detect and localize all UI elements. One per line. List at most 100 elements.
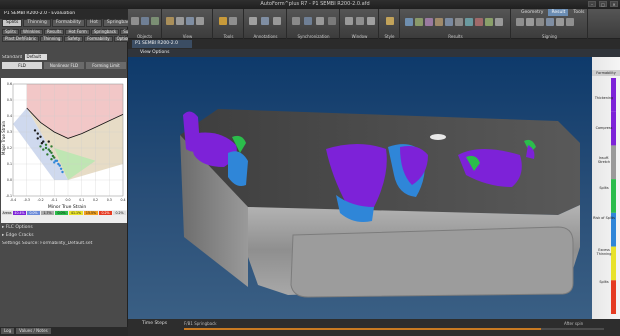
hole-feature — [430, 134, 446, 140]
splits-button[interactable]: Splits — [2, 29, 19, 35]
flc-data-point — [39, 135, 42, 138]
view-front-icon[interactable] — [166, 17, 174, 25]
flc-data-point — [48, 150, 52, 153]
flc-data-point — [39, 145, 42, 148]
group-synchronization: Synchronization — [288, 9, 340, 39]
tab-formability[interactable]: Formability — [51, 19, 85, 27]
flc-data-point — [33, 129, 37, 132]
record-icon[interactable] — [556, 18, 564, 26]
time-steps-label: Time Steps — [142, 321, 168, 326]
result-draw-in-icon[interactable] — [465, 18, 473, 26]
view-options-bar[interactable]: View Options — [128, 49, 620, 57]
flc-data-point — [44, 143, 48, 146]
legend-insufficient: 1.7% — [41, 211, 54, 215]
document-tab[interactable]: P1 SEMBI R200-2.0 — [132, 40, 192, 48]
open-object-icon[interactable] — [141, 17, 149, 25]
result-springback-icon[interactable] — [445, 18, 453, 26]
app-title: AutoForm^plus R7 - P1 SEMBI R200-2.0.afd — [260, 1, 370, 7]
settings-source: Settings Source: Formability_Default.set — [2, 241, 93, 246]
values-notes-tab[interactable]: Values / Notes — [16, 328, 51, 334]
wrinkles-button[interactable]: Wrinkles — [19, 29, 43, 35]
new-object-icon[interactable] — [131, 17, 139, 25]
play-back-icon[interactable] — [516, 18, 524, 26]
view-top-icon[interactable] — [176, 17, 184, 25]
result-formability-icon[interactable] — [435, 18, 443, 26]
forming-limit-chart: -0.4 -0.3 -0.2 -0.1 0.0 0.1 0.2 0.3 0.4 0.60.50.… — [1, 78, 127, 210]
flc-ytick-label: 0.6 — [7, 82, 12, 86]
panel-lower-box — [290, 226, 574, 298]
export-icon[interactable] — [566, 18, 574, 26]
group-annotations: Annotations — [245, 9, 287, 39]
flc-data-point — [36, 132, 39, 135]
ruler-icon[interactable] — [219, 17, 227, 25]
tab-thinning[interactable]: Thinning — [23, 19, 51, 27]
current-step-label: F/B1 Springback — [184, 321, 217, 326]
result-stress-icon[interactable] — [425, 18, 433, 26]
window-single-icon[interactable] — [367, 17, 375, 25]
panel-sections: ▸ FLC Options ▸ Edge Cracks Settings Sou… — [2, 225, 126, 249]
result-strain-icon[interactable] — [415, 18, 423, 26]
play-icon[interactable] — [526, 18, 534, 26]
hot-form-button[interactable]: Hot Form — [65, 29, 90, 35]
formability-button[interactable]: Formability — [84, 36, 113, 42]
results-button[interactable]: Results — [44, 29, 65, 35]
standard-select[interactable]: Default — [25, 54, 48, 60]
thinning-button[interactable]: Thinning — [40, 36, 64, 42]
fld-subtabs: FLD Nonlinear FLD Forming Limit — [2, 62, 126, 69]
group-tools: Tools — [214, 9, 244, 39]
tab-splits[interactable]: Splits — [2, 19, 23, 27]
tab-nonlinear-fld[interactable]: Nonlinear FLD — [44, 62, 84, 69]
legend-label-thickening: Thickening — [594, 96, 614, 100]
flc-data-point — [57, 162, 60, 166]
legend-extra: 0.2% — [113, 211, 126, 215]
result-surface-icon[interactable] — [455, 18, 463, 26]
minimize-button[interactable]: – — [588, 1, 596, 7]
springback-button[interactable]: Springback — [90, 29, 120, 35]
view-iso-icon[interactable] — [186, 17, 194, 25]
tag-icon[interactable] — [273, 17, 281, 25]
result-contact-icon[interactable] — [485, 18, 493, 26]
group-signing: Signing — [512, 9, 588, 39]
flc-xtick-label: 0.3 — [107, 198, 112, 202]
chart-ylabel: Major True Strain — [1, 121, 6, 155]
flc-xtick-label: -0.3 — [24, 198, 30, 202]
flc-data-point — [59, 167, 63, 170]
window-titlebar: AutoForm^plus R7 - P1 SEMBI R200-2.0.afd… — [0, 0, 620, 9]
flc-options-section[interactable]: ▸ FLC Options — [2, 225, 126, 230]
annotate-icon[interactable] — [249, 17, 257, 25]
plast-def-button[interactable]: Plast Def/Fabric — [2, 36, 40, 42]
compare-icon[interactable] — [316, 17, 324, 25]
result-thickness-icon[interactable] — [405, 18, 413, 26]
close-button[interactable]: ✕ — [610, 1, 618, 7]
3d-viewport[interactable] — [128, 57, 592, 319]
view-fit-icon[interactable] — [196, 17, 204, 25]
evaluation-toolbar: Splits Wrinkles Results Hot Form Springb… — [0, 28, 144, 52]
style-icon[interactable] — [386, 17, 394, 25]
window-tile-icon[interactable] — [345, 17, 353, 25]
flc-xtick-label: -0.2 — [37, 198, 43, 202]
link-icon[interactable] — [304, 17, 312, 25]
loop-icon[interactable] — [546, 18, 554, 26]
split-view-icon[interactable] — [328, 17, 336, 25]
legend-label-insufficient: Insuff. Stretch — [597, 156, 611, 164]
window-cascade-icon[interactable] — [356, 17, 364, 25]
maximize-button[interactable]: □ — [599, 1, 607, 7]
play-forward-icon[interactable] — [536, 18, 544, 26]
tab-hot[interactable]: Hot — [85, 19, 102, 27]
result-more-icon[interactable] — [495, 18, 503, 26]
flc-xtick-label: 0.0 — [65, 198, 70, 202]
tab-fld[interactable]: FLD — [2, 62, 42, 69]
flc-ytick-label: 0.3 — [7, 130, 12, 134]
legend-safe: 0.0% — [55, 211, 68, 215]
flc-ytick-label: 0.5 — [7, 98, 12, 102]
edge-cracks-section[interactable]: ▸ Edge Cracks — [2, 233, 126, 238]
section-icon[interactable] — [229, 17, 237, 25]
sync-icon[interactable] — [292, 17, 300, 25]
safety-button[interactable]: Safety — [64, 36, 84, 42]
log-tab[interactable]: Log — [1, 328, 15, 334]
save-object-icon[interactable] — [151, 17, 159, 25]
tab-forming-limit[interactable]: Forming Limit — [86, 62, 126, 69]
note-icon[interactable] — [261, 17, 269, 25]
flc-data-point — [46, 153, 49, 156]
result-wrinkle-icon[interactable] — [475, 18, 483, 26]
